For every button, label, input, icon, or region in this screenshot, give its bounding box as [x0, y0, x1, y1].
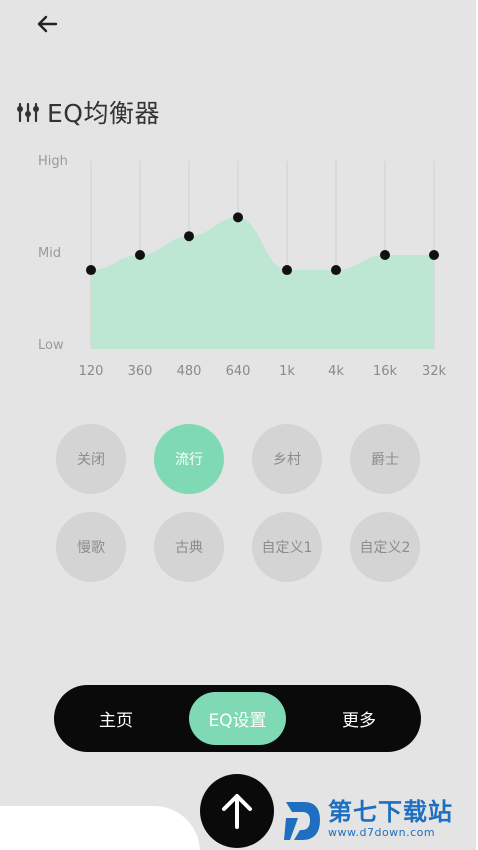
- eq-curve-area: [91, 217, 434, 349]
- site-watermark: 第七下载站 www.d7down.com: [282, 798, 453, 850]
- arrow-left-icon: [37, 15, 58, 33]
- preset-custom2-button[interactable]: 自定义2: [350, 512, 420, 582]
- preset-classical-button[interactable]: 古典: [154, 512, 224, 582]
- watermark-url: www.d7down.com: [328, 826, 436, 839]
- eq-band-point-640[interactable]: [233, 212, 243, 223]
- preset-label: 慢歌: [77, 540, 105, 556]
- eq-x-axis-labels: 120 360 480 640 1k 4k 16k 32k: [79, 364, 447, 379]
- d7-logo-icon: [284, 802, 320, 840]
- eq-band-point-16k[interactable]: [380, 250, 390, 260]
- preset-label: 乡村: [273, 452, 301, 468]
- preset-off-button[interactable]: 关闭: [56, 424, 126, 494]
- nav-home-tab[interactable]: 主页: [66, 692, 166, 745]
- scroll-up-button[interactable]: [200, 774, 274, 848]
- page-title: EQ均衡器: [47, 99, 160, 128]
- bottom-nav-bar: 主页 EQ设置 更多: [54, 685, 421, 752]
- preset-label: 爵士: [371, 452, 399, 468]
- preset-pop-button[interactable]: 流行: [154, 424, 224, 494]
- eq-y-label-low: Low: [38, 338, 64, 353]
- preset-custom1-button[interactable]: 自定义1: [252, 512, 322, 582]
- eq-band-point-32k[interactable]: [429, 250, 439, 260]
- preset-country-button[interactable]: 乡村: [252, 424, 322, 494]
- arrow-up-icon: [222, 794, 252, 829]
- preset-label: 古典: [175, 540, 203, 556]
- eq-band-point-360[interactable]: [135, 250, 145, 260]
- preset-label: 自定义2: [359, 540, 411, 556]
- watermark-name: 第七下载站: [328, 798, 453, 826]
- eq-y-label-high: High: [38, 154, 68, 169]
- nav-more-tab[interactable]: 更多: [309, 692, 409, 745]
- preset-jazz-button[interactable]: 爵士: [350, 424, 420, 494]
- nav-eq-tab[interactable]: EQ设置: [189, 692, 286, 745]
- equalizer-sliders-icon: [17, 102, 39, 123]
- preset-ballad-button[interactable]: 慢歌: [56, 512, 126, 582]
- eq-band-point-4k[interactable]: [331, 265, 341, 276]
- eq-x-label-32k: 32k: [422, 364, 447, 379]
- eq-x-label-640: 640: [226, 364, 251, 379]
- preset-label: 自定义1: [261, 540, 313, 556]
- eq-x-label-1k: 1k: [279, 364, 295, 379]
- eq-band-point-120[interactable]: [86, 265, 96, 276]
- back-button[interactable]: [32, 10, 62, 38]
- eq-y-axis-labels: High Mid Low: [38, 154, 68, 353]
- eq-x-label-120: 120: [79, 364, 104, 379]
- page-title-row: EQ均衡器: [16, 94, 160, 130]
- eq-x-label-360: 360: [128, 364, 153, 379]
- eq-band-point-480[interactable]: [184, 231, 194, 242]
- eq-x-label-16k: 16k: [373, 364, 398, 379]
- bottom-sheet-tab: [0, 806, 200, 850]
- preset-label: 关闭: [77, 452, 105, 468]
- eq-y-label-mid: Mid: [38, 246, 61, 261]
- eq-x-label-480: 480: [177, 364, 202, 379]
- eq-band-point-1k[interactable]: [282, 265, 292, 276]
- eq-x-label-4k: 4k: [328, 364, 344, 379]
- eq-curve-chart[interactable]: High Mid Low 120 360 480 640 1k 4k 16k 32k: [0, 140, 476, 390]
- preset-label: 流行: [175, 452, 203, 468]
